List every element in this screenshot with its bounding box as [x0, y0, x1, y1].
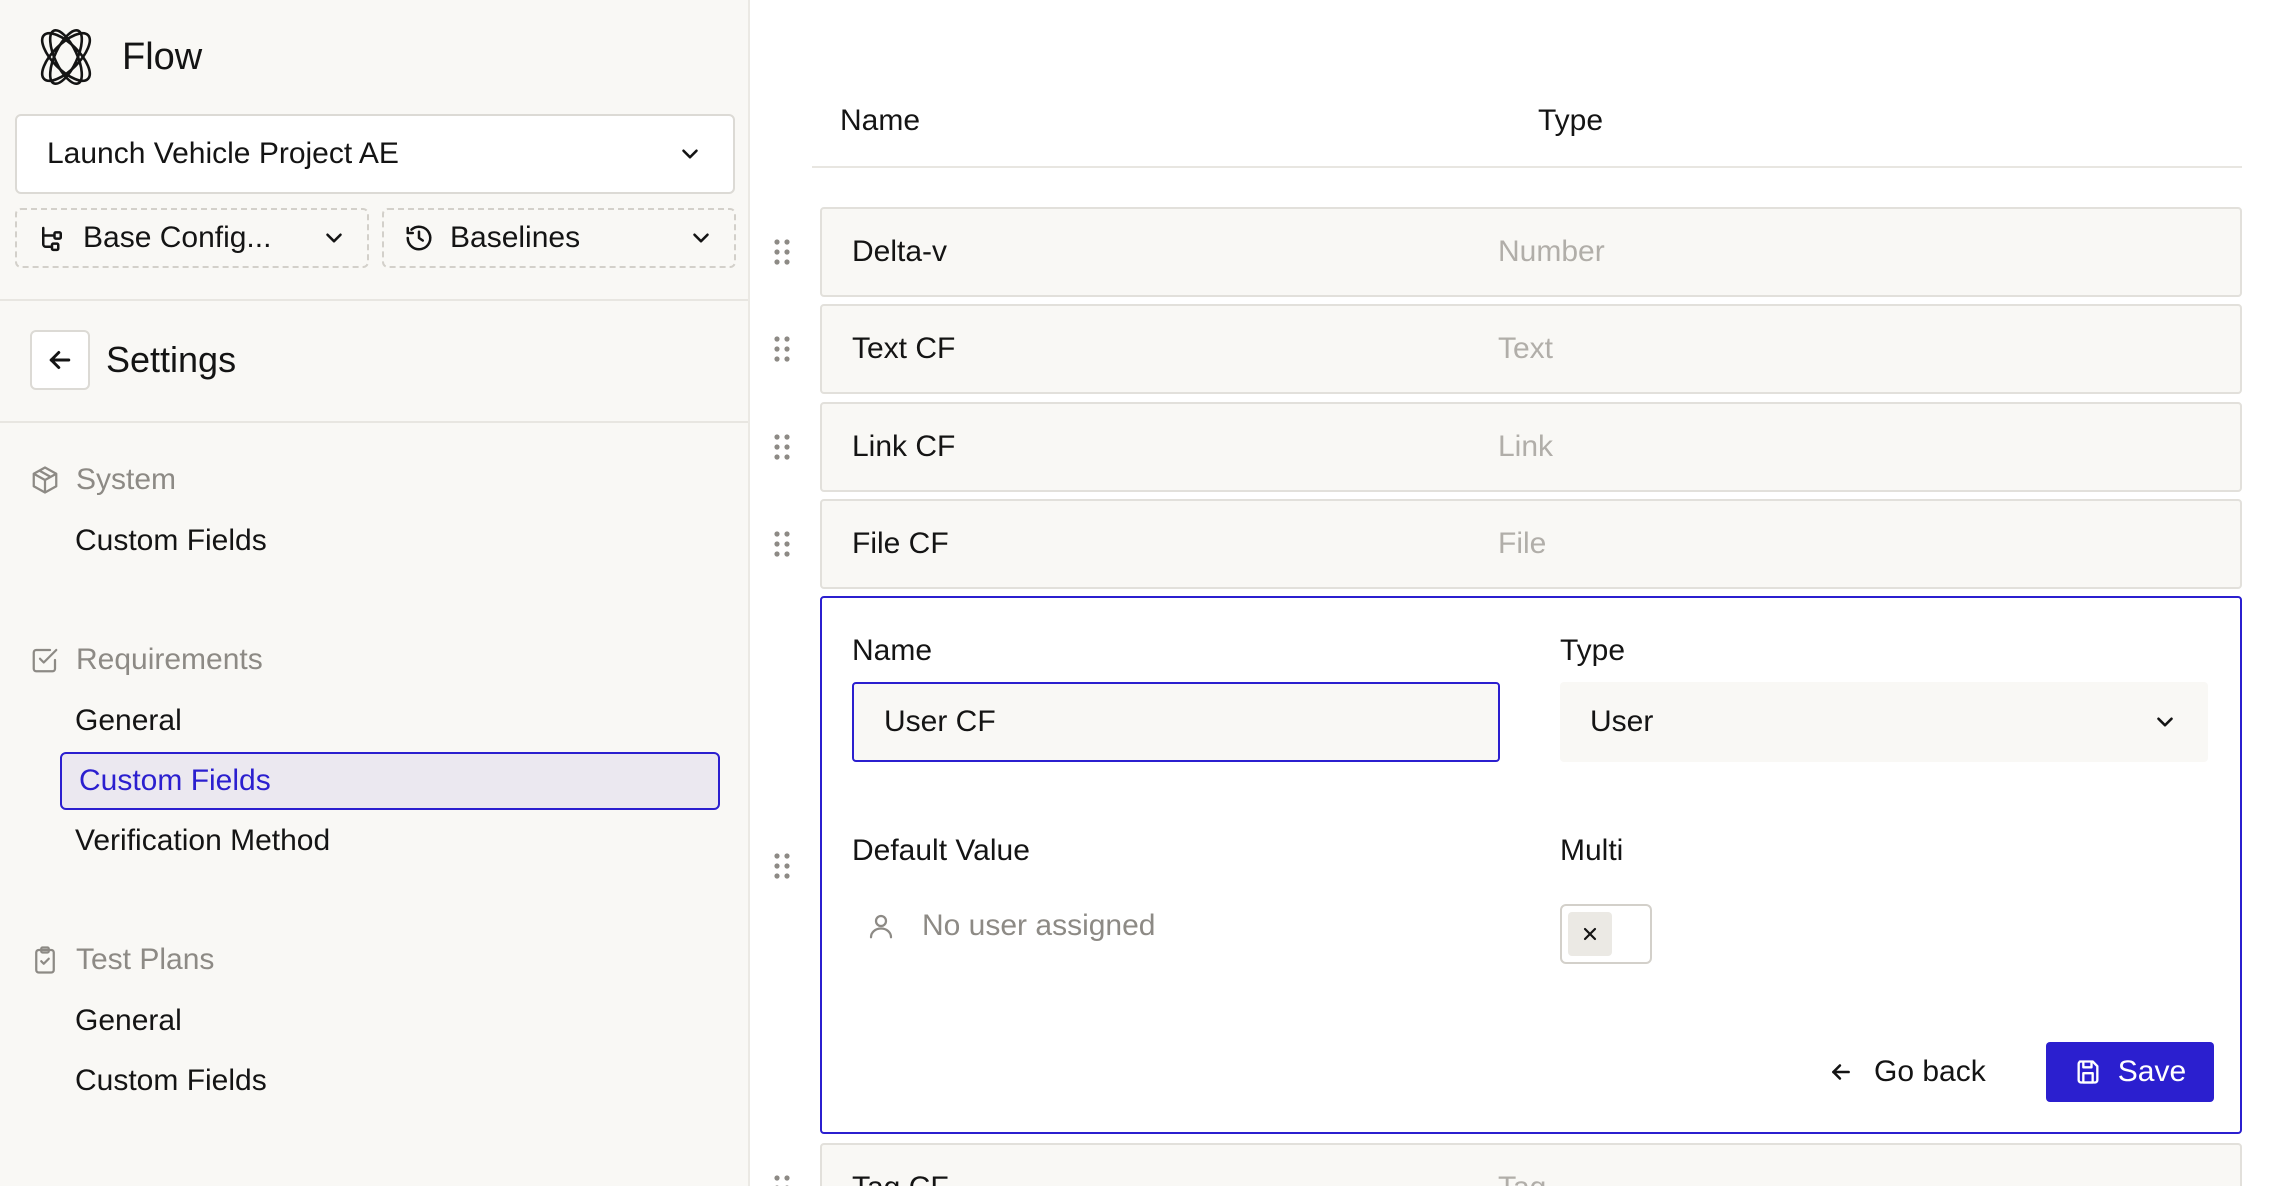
arrow-left-icon	[49, 351, 71, 369]
column-header-name: Name	[840, 104, 921, 137]
section-requirements: Requirements	[30, 643, 263, 677]
chevron-down-icon	[326, 233, 342, 243]
multi-toggle[interactable]	[1560, 904, 1652, 964]
nav-test-plans-custom-fields[interactable]: Custom Fields	[60, 1052, 720, 1110]
drag-handle-icon[interactable]	[772, 852, 792, 880]
field-type: File	[1498, 527, 1547, 560]
project-select[interactable]: Launch Vehicle Project AE	[15, 114, 735, 194]
name-input[interactable]	[852, 682, 1500, 762]
field-name: Link CF	[852, 430, 956, 463]
nav-system-custom-fields[interactable]: Custom Fields	[60, 512, 720, 570]
chevron-down-icon	[2157, 717, 2173, 727]
field-name: Tag CF	[852, 1171, 949, 1186]
section-title: Requirements	[76, 643, 263, 676]
field-name: Text CF	[852, 332, 956, 365]
header-divider	[812, 166, 2242, 168]
base-config-select[interactable]: Base Config...	[15, 208, 369, 268]
default-value-label: Default Value	[852, 834, 1030, 867]
checkbox-icon	[32, 648, 58, 673]
page-title: Settings	[106, 339, 237, 380]
baselines-select[interactable]: Baselines	[382, 208, 736, 268]
sidebar-divider	[0, 299, 748, 301]
drag-handle-icon[interactable]	[772, 530, 792, 558]
type-select-value: User	[1590, 705, 1654, 738]
go-back-label: Go back	[1874, 1055, 1986, 1088]
nav-item-label: Verification Method	[75, 824, 331, 857]
drag-handle-icon[interactable]	[772, 335, 792, 363]
nav-test-plans-general[interactable]: General	[60, 992, 720, 1050]
chevron-down-icon	[682, 149, 698, 159]
nav-item-label: Custom Fields	[79, 764, 271, 797]
default-user-picker[interactable]: No user assigned	[852, 898, 1155, 954]
multi-label: Multi	[1560, 834, 1624, 867]
save-button[interactable]: Save	[2046, 1042, 2214, 1102]
type-select[interactable]: User	[1560, 682, 2208, 762]
baselines-label: Baselines	[450, 221, 581, 254]
field-type: Link	[1498, 430, 1554, 463]
history-icon	[406, 225, 432, 251]
field-type: Text	[1498, 332, 1554, 365]
field-row[interactable]: File CF File	[820, 499, 2242, 589]
go-back-button[interactable]: Go back	[1828, 1042, 1986, 1102]
name-label: Name	[852, 634, 933, 667]
drag-handle-icon[interactable]	[772, 238, 792, 266]
app-name: Flow	[122, 35, 203, 78]
column-header-type: Type	[1538, 104, 1604, 137]
save-label: Save	[2117, 1055, 2187, 1088]
branch-icon	[42, 226, 62, 252]
flow-logo-icon	[40, 29, 92, 85]
type-label: Type	[1560, 634, 1626, 667]
user-icon	[869, 914, 893, 939]
chevron-down-icon	[693, 233, 709, 243]
close-icon	[1583, 927, 1597, 941]
drag-handle-icon[interactable]	[772, 433, 792, 461]
field-type: Number	[1498, 235, 1605, 268]
arrow-left-icon	[1832, 1064, 1850, 1080]
field-row[interactable]: Link CF Link	[820, 402, 2242, 492]
nav-requirements-general[interactable]: General	[60, 692, 720, 750]
default-user-placeholder: No user assigned	[922, 909, 1156, 942]
field-row[interactable]: Text CF Text	[820, 304, 2242, 394]
floppy-disk-icon	[2077, 1060, 2099, 1084]
field-row[interactable]: Delta-v Number	[820, 207, 2242, 297]
section-test-plans: Test Plans	[30, 943, 214, 977]
nav-item-label: Custom Fields	[75, 524, 267, 557]
field-row[interactable]: Tag CF Tag	[820, 1143, 2242, 1186]
section-title: System	[76, 463, 177, 496]
brand[interactable]: Flow	[32, 22, 202, 92]
field-type: Tag	[1498, 1171, 1546, 1186]
clipboard-check-icon	[35, 946, 55, 974]
nav-item-label: General	[75, 1004, 182, 1037]
nav-item-label: General	[75, 704, 182, 737]
section-system: System	[30, 463, 176, 497]
sidebar-divider	[0, 421, 748, 423]
field-name: File CF	[852, 527, 949, 560]
nav-item-label: Custom Fields	[75, 1064, 267, 1097]
field-editor: Name Type User Default Value Multi No us…	[820, 596, 2242, 1134]
custom-fields-panel: Name Type Delta-v Number Text CF Text Li…	[752, 0, 2282, 1186]
drag-handle-icon[interactable]	[772, 1174, 792, 1186]
project-select-value: Launch Vehicle Project AE	[47, 137, 399, 170]
nav-requirements-custom-fields[interactable]: Custom Fields	[60, 752, 720, 810]
section-title: Test Plans	[76, 943, 215, 976]
back-button[interactable]	[30, 330, 90, 390]
nav-requirements-verification-method[interactable]: Verification Method	[60, 812, 720, 870]
sidebar: Flow Launch Vehicle Project AE Base Conf…	[0, 0, 750, 1186]
field-name: Delta-v	[852, 235, 948, 268]
cube-icon	[32, 466, 58, 494]
toggle-knob	[1568, 912, 1612, 956]
settings-header: Settings	[30, 330, 236, 390]
base-config-label: Base Config...	[83, 221, 272, 254]
